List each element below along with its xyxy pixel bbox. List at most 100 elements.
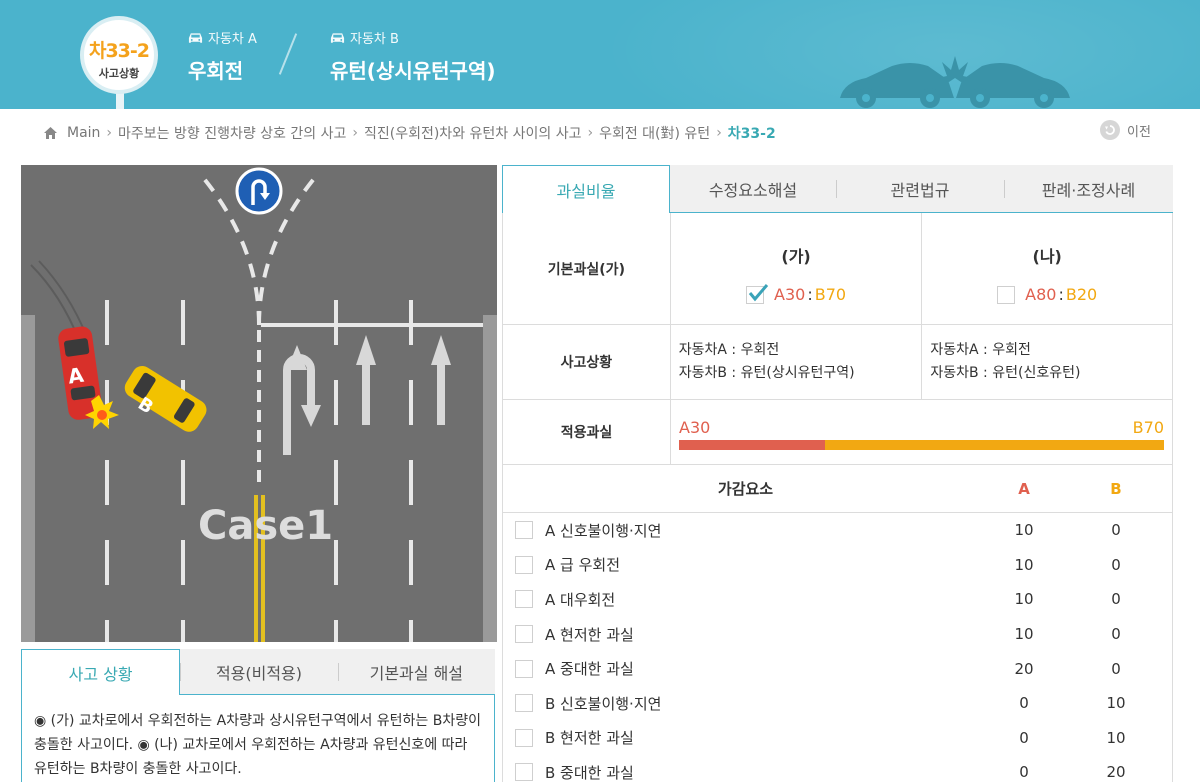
tab-precedents[interactable]: 판례·조정사례 [1004,165,1173,213]
u-turn-sign-icon [235,167,283,215]
case-na-checkbox[interactable] [997,285,1016,304]
adjustment-row[interactable]: A 중대한 과실 20 0 [503,651,1172,686]
chevron-right-icon: › [106,125,113,141]
case-na-cell: (나) A80: B20 [921,213,1172,324]
back-arrow-icon [1100,120,1120,140]
adjustment-value-a: 20 [1014,659,1034,678]
applied-fault-bar-area: A30 B70 [671,400,1172,464]
crash-illustration [840,56,1070,108]
applied-fault-label: 적용과실 [503,400,671,464]
adjustment-row[interactable]: A 현저한 과실 10 0 [503,617,1172,652]
fault-bar-a [679,440,825,450]
adjustment-row[interactable]: B 신호불이행·지연 0 10 [503,686,1172,721]
case-ga-title: (가) [781,247,811,266]
tab-related-law[interactable]: 관련법규 [836,165,1004,213]
case-na-b: B20 [1065,285,1098,304]
adjustment-value-b: 0 [1111,521,1121,540]
case-label: Case1 [198,503,333,549]
header-divider [278,33,298,75]
home-icon[interactable] [44,127,57,139]
prev-button[interactable]: 이전 [1100,120,1151,140]
base-fault-label: 기본과실(가) [503,213,671,324]
adjustment-name: A 현저한 과실 [545,625,634,644]
adjustment-value-b: 0 [1111,659,1121,678]
case-na-a: A80 [1025,285,1057,304]
adjustment-name: B 중대한 과실 [545,763,634,782]
adjustment-checkbox[interactable] [515,555,533,574]
case-header: 차33-2 사고상황 자동차 A 우회전 자동차 B 유턴(상시유턴구역) [0,0,1200,109]
breadcrumb-category[interactable]: 마주보는 방향 진행차량 상호 간의 사고 [118,123,346,143]
adjustment-row[interactable]: A 급 우회전 10 0 [503,548,1172,583]
chevron-right-icon: › [716,125,722,141]
case-na-title: (나) [1032,247,1062,266]
tab-modifier-explanation[interactable]: 수정요소해설 [670,165,836,213]
adjustment-name: B 현저한 과실 [545,729,634,748]
case-na-option[interactable]: A80: B20 [922,285,1172,304]
situation-label: 사고상황 [503,325,671,399]
adjustment-value-a: 10 [1014,555,1034,574]
case-code: 차33-2 [88,40,150,62]
adjustment-title: 가감요소 [717,480,774,498]
accident-scene: A B Case1 [21,165,497,642]
adjustment-name: A 중대한 과실 [545,660,634,679]
adjustment-value-b: 10 [1106,728,1126,747]
adjustment-value-a: 0 [1019,694,1029,713]
adjustment-checkbox[interactable] [515,763,533,782]
chevron-right-icon: › [587,125,594,141]
breadcrumb-type[interactable]: 우회전 대(對) 유턴 [599,123,710,143]
adjustment-checkbox[interactable] [515,590,533,609]
fault-bar-b [824,440,1164,450]
case-sign: 차33-2 사고상황 [80,16,158,94]
adjustment-name: B 신호불이행·지연 [545,694,662,713]
adjustment-name: A 신호불이행·지연 [545,521,662,540]
adjustment-value-a: 10 [1014,625,1034,644]
tab-accident-situation[interactable]: 사고 상황 [21,649,181,695]
adjustment-value-b: 0 [1111,555,1121,574]
adjustment-value-a: 10 [1014,521,1034,540]
breadcrumb: Main › 마주보는 방향 진행차량 상호 간의 사고 › 직진(우회전)차와… [44,123,776,143]
prev-button-label: 이전 [1127,124,1151,140]
vehicle-a-label: 자동차 A [208,32,257,47]
situation-ga: 자동차A : 우회전 자동차B : 유턴(상시유턴구역) [678,342,855,381]
adjustment-col-b: B [1110,479,1122,498]
breadcrumb-current: 차33-2 [727,126,776,142]
adjustment-header: 가감요소 A B [503,465,1172,513]
applied-fault-row: 적용과실 A30 B70 [503,400,1172,465]
adjustment-name: A 급 우회전 [545,556,620,575]
adjustment-value-b: 0 [1111,590,1121,609]
vehicle-b-label: 자동차 B [350,32,399,47]
right-tab-bar: 과실비율 수정요소해설 관련법규 판례·조정사례 [502,165,1173,213]
applied-a: A30 [679,418,711,437]
adjustment-checkbox[interactable] [515,521,533,540]
case-ga-option[interactable]: A30: B70 [671,283,922,304]
adjustment-checkbox[interactable] [515,728,533,747]
adjustment-row[interactable]: B 중대한 과실 0 20 [503,755,1172,782]
situation-row: 사고상황 자동차A : 우회전 자동차B : 유턴(상시유턴구역) 자동차A :… [503,325,1172,400]
adjustment-row[interactable]: A 대우회전 10 0 [503,582,1172,617]
base-fault-row: 기본과실(가) (가) A30: B70 (나) A80: B20 [503,213,1172,325]
fault-ratio-table: 기본과실(가) (가) A30: B70 (나) A80: B20 사고상황 자동차… [502,213,1173,782]
adjustment-value-a: 0 [1019,728,1029,747]
applied-b: B70 [1132,418,1164,437]
tab-basic-fault-explanation[interactable]: 기본과실 해설 [337,649,495,695]
breadcrumb-main[interactable]: Main [67,125,100,141]
accident-description: ◉ (가) 교차로에서 우회전하는 A차량과 상시유턴구역에서 유턴하는 B차량… [21,695,495,782]
case-ga-a: A30 [774,285,806,304]
adjustment-checkbox[interactable] [515,625,533,644]
checkmark-icon [748,283,769,301]
adjustment-checkbox[interactable] [515,694,533,713]
adjustment-value-b: 0 [1111,625,1121,644]
breadcrumb-subcategory[interactable]: 직진(우회전)차와 유턴차 사이의 사고 [364,123,581,143]
adjustment-row[interactable]: A 신호불이행·지연 10 0 [503,513,1172,548]
chevron-right-icon: › [352,125,358,141]
adjustment-value-b: 20 [1106,763,1126,782]
case-ga-b: B70 [814,285,847,304]
adjustment-checkbox[interactable] [515,659,533,678]
adjustment-row[interactable]: B 현저한 과실 0 10 [503,721,1172,756]
car-icon [188,32,203,43]
tab-application[interactable]: 적용(비적용) [180,649,338,695]
adjustment-name: A 대우회전 [545,590,616,609]
tab-fault-ratio[interactable]: 과실비율 [502,165,670,213]
case-ga-checkbox[interactable] [746,283,769,304]
case-sub-label: 사고상황 [98,67,140,80]
